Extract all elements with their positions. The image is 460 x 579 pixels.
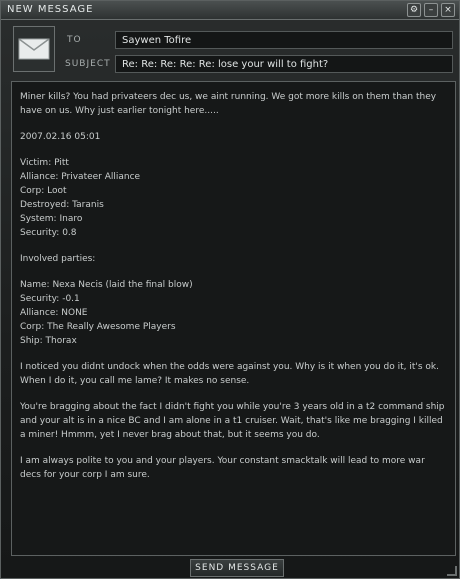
- send-message-button[interactable]: SEND MESSAGE: [190, 559, 284, 577]
- message-paragraph: Name: Nexa Necis (laid the final blow) S…: [20, 280, 193, 346]
- new-message-window: NEW MESSAGE ⚙ – × TO Saywen Tofire SUBJE…: [0, 0, 460, 579]
- message-body[interactable]: Miner kills? You had privateers dec us, …: [11, 81, 456, 556]
- message-paragraph: I noticed you didnt undock when the odds…: [20, 362, 442, 386]
- subject-label: SUBJECT: [65, 59, 111, 69]
- recipient-field[interactable]: Saywen Tofire: [115, 31, 453, 49]
- message-header: TO Saywen Tofire SUBJECT Re: Re: Re: Re:…: [7, 23, 453, 77]
- message-paragraph: 2007.02.16 05:01: [20, 132, 101, 142]
- to-label: TO: [67, 35, 82, 45]
- settings-icon[interactable]: ⚙: [407, 3, 421, 17]
- window-controls: ⚙ – ×: [407, 3, 455, 17]
- subject-field[interactable]: Re: Re: Re: Re: Re: lose your will to fi…: [115, 55, 453, 73]
- envelope-icon: [13, 26, 55, 72]
- message-footer: SEND MESSAGE: [1, 556, 459, 578]
- window-title: NEW MESSAGE: [7, 4, 94, 15]
- message-paragraph: Miner kills? You had privateers dec us, …: [20, 92, 439, 116]
- message-paragraph: I am always polite to you and your playe…: [20, 456, 428, 480]
- title-bar[interactable]: NEW MESSAGE ⚙ – ×: [1, 1, 459, 20]
- resize-handle[interactable]: [447, 566, 457, 576]
- close-icon[interactable]: ×: [441, 3, 455, 17]
- message-paragraph: You're bragging about the fact I didn't …: [20, 402, 448, 440]
- message-paragraph: Victim: Pitt Alliance: Privateer Allianc…: [20, 158, 141, 238]
- minimize-icon[interactable]: –: [424, 3, 438, 17]
- message-paragraph: Involved parties:: [20, 254, 96, 264]
